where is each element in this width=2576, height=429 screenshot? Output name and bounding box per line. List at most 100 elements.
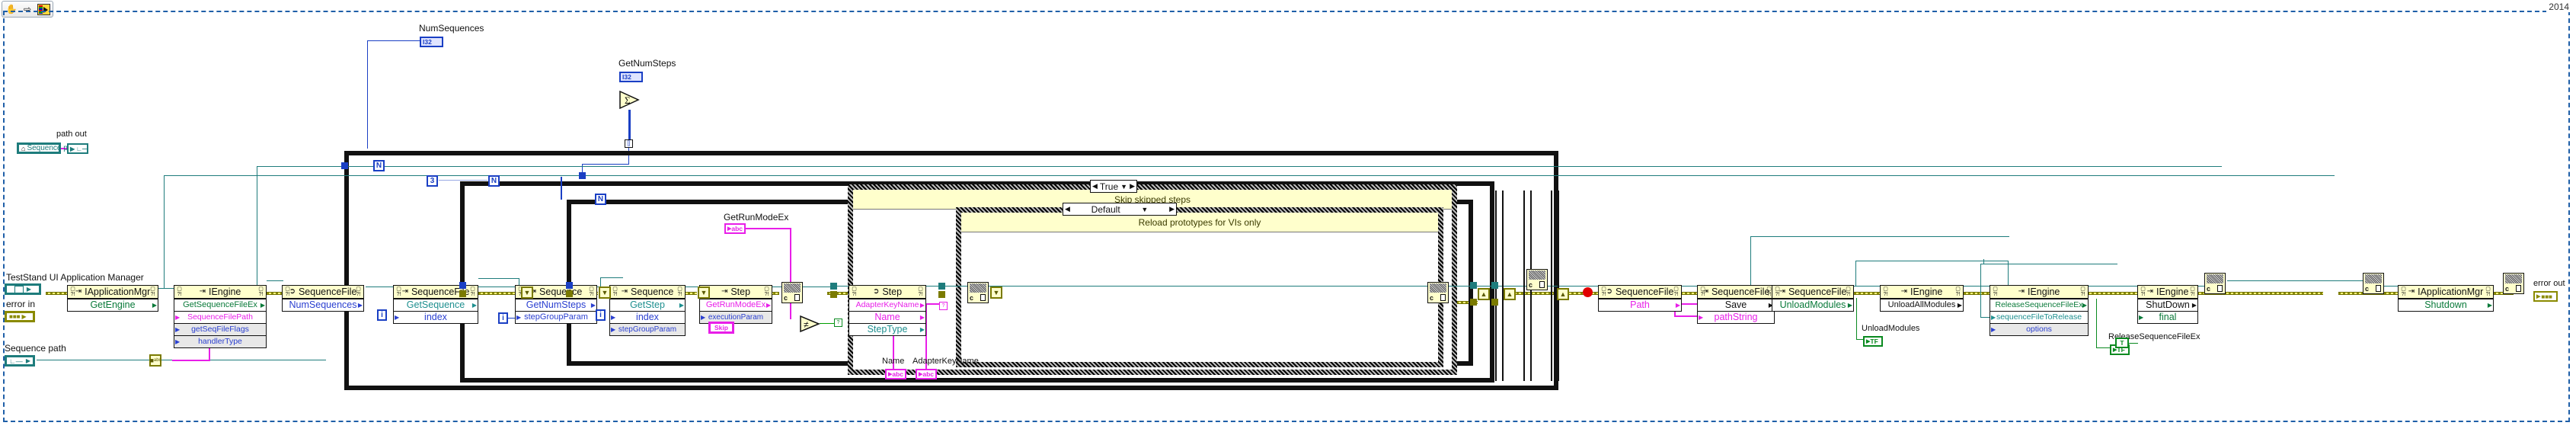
wire-seqfile-right (1750, 236, 2009, 237)
tunnel-up-3[interactable]: ▲ (1557, 288, 1569, 300)
node-engine-unloadallmodules[interactable]: ▢?! ⇥ IEngine ▢?! UnloadAllModules ▶ (1880, 285, 1964, 312)
node-method: ShutDown (2146, 299, 2190, 311)
node-engine-shutdown[interactable]: ▢?! ⇥ IEngine ▢?! ShutDown ▶ ▶ final (2137, 285, 2198, 324)
index-terminal-3[interactable]: i (596, 309, 606, 321)
error-cluster-node-5[interactable]: c (2503, 273, 2524, 294)
node-step-properties[interactable]: ▢?! ➲ Step ▢?! AdapterKeyName ▶ Name ▶ StepTy… (849, 285, 926, 336)
inner-loop1-count-n[interactable]: N (488, 175, 500, 187)
final-true-constant[interactable]: T (2115, 338, 2129, 348)
node-sequence-getstep[interactable]: ▢?! ⇥ Sequence ▢?! GetStep ▶ ▶ index ▶ stepGro… (609, 285, 686, 336)
node-app-mgr-getengine[interactable]: ▢?! ⇥ IApplicationMgr ▢?! GetEngine ▶ (67, 285, 158, 312)
inner-case-selector[interactable]: ◀ Default ▼ ▶ (1063, 203, 1177, 216)
param-0: stepGroupParam (524, 312, 588, 322)
wire-path-to-save-h2 (1674, 315, 1697, 317)
bool-tunnel[interactable]: ? (834, 319, 842, 327)
coerce-err-1: ▼ (521, 287, 533, 299)
error-cluster-node-2[interactable]: c (1526, 269, 1548, 290)
error-cluster-node-3[interactable]: c (2204, 273, 2226, 294)
inner-loop2-count-n[interactable]: N (595, 194, 606, 205)
node-class: IEngine (2156, 286, 2189, 297)
node-seqfile-path[interactable]: ▢?! ➲ SequenceFile ▢?! Path ▶ (1598, 285, 1682, 312)
svg-text:≠: ≠ (804, 319, 809, 330)
right-wall-2 (1502, 190, 1504, 381)
node-step-getrunmodeex[interactable]: ▢?!⇥Step▢?! GetRunModeEx▶ ▶executionPara… (699, 285, 772, 324)
get-run-mode-ex-label: GetRunModeEx (724, 212, 789, 223)
wire-refnum-a (267, 280, 283, 281)
error-cluster-node-mid[interactable]: c (781, 282, 803, 303)
node-class: IEngine (208, 286, 241, 297)
inner-case-structure[interactable]: Reload prototypes for VIs only (956, 207, 1443, 367)
add-array-elements-icon: Σ (618, 90, 640, 110)
error-cluster-node-4[interactable]: c (2363, 273, 2384, 294)
outer-case-selector[interactable]: ◀ True ▼ ▶ (1090, 180, 1137, 193)
param-0: sequenceFileToRelease (1996, 312, 2082, 322)
node-seqfile-numsequences[interactable]: ▢?! ➲ SequenceFile ▢?! NumSequences ▶ (282, 285, 364, 312)
wire-count3 (439, 180, 487, 181)
path-out-label: path out (56, 130, 87, 139)
unload-modules-terminal[interactable]: ▶ TF (1863, 336, 1883, 347)
node-method: Shutdown (2424, 299, 2467, 311)
node-class: Step (730, 286, 751, 297)
wire-engine-dot (1983, 259, 1984, 264)
svg-text:Σ: Σ (625, 94, 631, 106)
tunnel-up-1[interactable]: ▲ (1478, 288, 1490, 300)
node-engine-getsequencefileex[interactable]: ▢?! ⇥ IEngine ▢?! GetSequenceFileEx ▶ ▶ Seque… (174, 285, 267, 348)
step-tunnel-err-1[interactable] (830, 291, 837, 298)
tunnel-up-2[interactable]: ▲ (1504, 288, 1516, 300)
sequence-path-terminal[interactable]: ∟— ▶ (5, 355, 35, 367)
skip-constant[interactable]: Skip (708, 322, 734, 334)
shift-reg-out-err-2[interactable] (1491, 299, 1498, 306)
step-tunnel-teal-1[interactable] (830, 283, 837, 290)
coerce-err-2: ▼ (599, 287, 611, 299)
shift-reg-out-2[interactable] (1491, 282, 1498, 289)
param-0: index (424, 312, 447, 323)
node-seqfile-save[interactable]: ▢?! ⇥ SequenceFile ▢?! Save ▶ ▶ pathString (1697, 285, 1775, 324)
adapter-key-name-terminal[interactable]: ▶ abc (916, 369, 937, 379)
version-tag: 2014 (2546, 2, 2571, 12)
node-class: IApplicationMgr (85, 286, 151, 297)
node-app-mgr-shutdown[interactable]: ▢?! ⇥ IApplicationMgr ▢?! Shutdown ▶ (2398, 285, 2494, 312)
wire-path-magenta (172, 360, 210, 361)
num-sequences-label: NumSequences (419, 23, 484, 34)
shift-reg-err-1[interactable] (459, 290, 466, 297)
app-manager-refnum-terminal[interactable]: ▶ (5, 283, 41, 295)
shift-reg-2[interactable] (566, 282, 573, 289)
step-tunnel-err-2[interactable] (938, 291, 945, 298)
node-seqfile-unloadmodules[interactable]: ▢?! ⇥ SequenceFile ▢?! UnloadModules ▶ (1772, 285, 1854, 312)
inner-case-subtitle: Reload prototypes for VIs only (1138, 216, 1261, 228)
tunnel-numsteps[interactable] (579, 172, 586, 179)
error-cluster-node-mid2[interactable]: c (967, 282, 989, 303)
index-terminal-2[interactable]: i (498, 312, 508, 324)
error-out-label: error out (2533, 279, 2565, 288)
name-terminal[interactable]: ▶ abc (885, 369, 906, 379)
shift-reg-1[interactable] (459, 282, 466, 289)
step-tunnel-teal-2[interactable] (938, 283, 945, 290)
node-engine-releasesequencefileex[interactable]: ▢?! ⇥ IEngine ▢?! ReleaseSequenceFileEx ▶ ▶ s… (1990, 285, 2089, 336)
get-run-mode-ex-terminal[interactable]: ▶ abc (724, 223, 746, 234)
stop-node[interactable] (1583, 287, 1593, 297)
index-terminal-1[interactable]: i (377, 309, 387, 321)
term-abc: abc (892, 370, 904, 378)
error-cluster-node-1[interactable]: c (1427, 282, 1449, 303)
wire-seq-branch2 (600, 277, 623, 278)
error-out-terminal[interactable]: ▶ ■■■ (2533, 291, 2558, 302)
outer-loop-count-n[interactable]: N (373, 160, 385, 171)
loop-count-3[interactable]: 3 (427, 175, 438, 187)
get-num-steps-terminal[interactable]: I32 (619, 72, 643, 82)
outer-loop-tunnel-left[interactable] (341, 162, 348, 169)
error-in-terminal[interactable]: ■■■ ▶ (5, 311, 35, 322)
num-sequences-terminal[interactable]: I32 (420, 37, 443, 47)
node-method: GetStep (630, 299, 665, 311)
sequence-path-const[interactable]: ⌂ Sequence path ▶ (17, 142, 85, 154)
error-in-label: error in (6, 299, 36, 309)
string-tunnel[interactable]: ? (939, 302, 948, 310)
path-out-terminal[interactable]: ▶ ∟— (67, 143, 88, 154)
shift-reg-err-2[interactable] (566, 290, 573, 297)
node-class: Step (882, 286, 903, 297)
shift-reg-out-1[interactable] (1470, 282, 1477, 289)
right-wall-5 (1551, 190, 1552, 381)
shift-reg-out-err-1[interactable] (1470, 299, 1477, 306)
get-num-steps-label: GetNumSteps (618, 58, 676, 69)
wire-teal-case-3 (944, 286, 1401, 287)
node-class: IEngine (1910, 286, 1943, 297)
